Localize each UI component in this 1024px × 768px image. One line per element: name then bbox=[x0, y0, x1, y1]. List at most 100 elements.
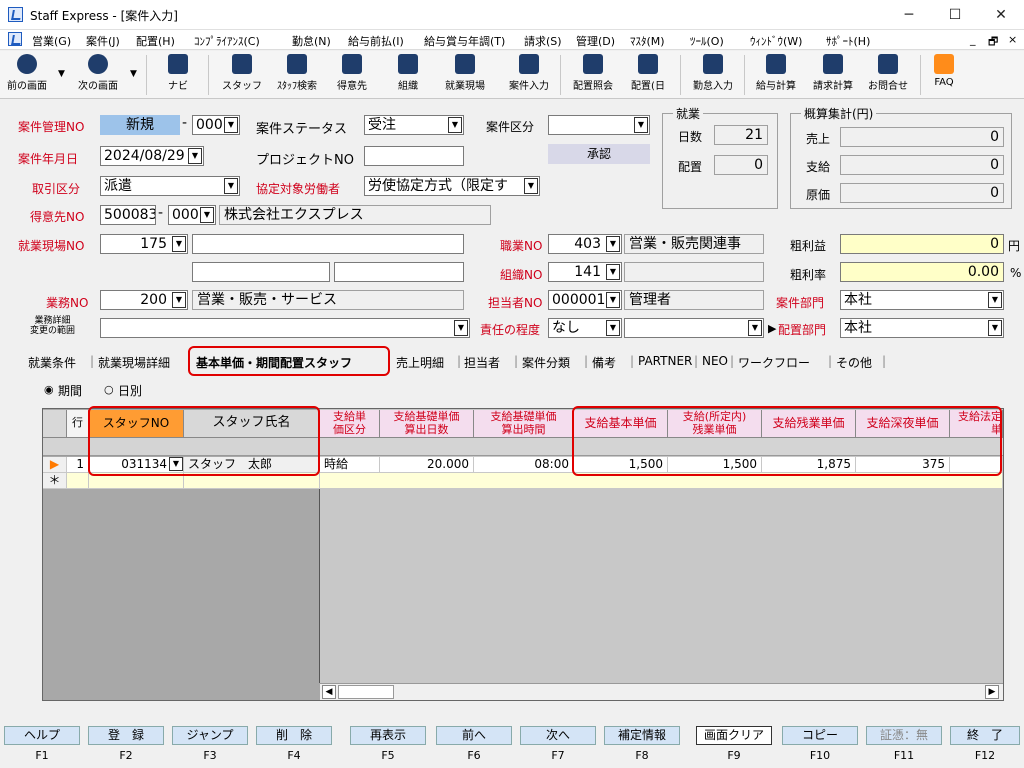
dropdown-arrow-icon[interactable]: ▼ bbox=[634, 117, 648, 133]
staff-button[interactable]: スタッフ bbox=[220, 53, 264, 97]
dropdown-arrow-icon[interactable]: ▼ bbox=[606, 264, 620, 280]
faq-button[interactable]: FAQ bbox=[926, 53, 962, 97]
f5-refresh-button[interactable]: 再表示 bbox=[350, 726, 426, 745]
mdi-minimize[interactable]: _ bbox=[970, 33, 976, 46]
billing-calc-button[interactable]: 請求計算 bbox=[806, 53, 860, 97]
row-current-marker[interactable]: ▶ bbox=[43, 457, 67, 473]
dropdown-arrow-icon[interactable]: ▼ bbox=[448, 117, 462, 133]
client-no-input[interactable]: 500083 bbox=[100, 205, 156, 225]
dropdown-arrow-icon[interactable]: ▼ bbox=[454, 320, 468, 336]
placement-inquiry-button[interactable]: 配置照会 bbox=[566, 53, 620, 97]
base-days-cell[interactable]: 20.000 bbox=[380, 457, 474, 473]
dropdown-arrow-icon[interactable]: ▼ bbox=[524, 178, 538, 194]
radio-daily[interactable]: ○ bbox=[104, 383, 114, 396]
prev-screen-button[interactable]: 前の画面 bbox=[2, 53, 52, 97]
case-dept-select[interactable]: 本社 ▼ bbox=[840, 290, 1004, 310]
menu-support[interactable]: ｻﾎﾟｰﾄ(H) bbox=[826, 33, 870, 49]
tab-sales-detail[interactable]: 売上明細 bbox=[396, 354, 444, 371]
tab-person[interactable]: 担当者 bbox=[464, 354, 500, 371]
f12-exit-button[interactable]: 終 了 bbox=[950, 726, 1020, 745]
payroll-calc-button[interactable]: 給与計算 bbox=[750, 53, 802, 97]
f11-evidence-button[interactable]: 証憑：無 bbox=[866, 726, 942, 745]
attendance-input-button[interactable]: 勤怠入力 bbox=[686, 53, 740, 97]
case-entry-button[interactable]: 案件入力 bbox=[502, 53, 556, 97]
menu-prepay[interactable]: 給与前払(I) bbox=[348, 33, 404, 49]
menu-sales[interactable]: 営業(G) bbox=[32, 33, 71, 49]
work-no-select[interactable]: 200 ▼ bbox=[100, 290, 188, 310]
minimize-button[interactable]: ─ bbox=[886, 0, 932, 30]
maximize-button[interactable]: ☐ bbox=[932, 0, 978, 30]
dropdown-arrow-icon[interactable]: ▼ bbox=[172, 236, 186, 252]
scroll-left-icon[interactable]: ◀ bbox=[322, 685, 336, 699]
close-button[interactable]: ✕ bbox=[978, 0, 1024, 30]
tab-site-detail[interactable]: 就業現場詳細 bbox=[98, 354, 170, 371]
date-select[interactable]: 2024/08/29 ▼ bbox=[100, 146, 204, 166]
f7-next-button[interactable]: 次へ bbox=[520, 726, 596, 745]
tab-notes[interactable]: 備考 bbox=[592, 354, 616, 371]
menu-admin[interactable]: 管理(D) bbox=[576, 33, 615, 49]
trade-select[interactable]: 派遣 ▼ bbox=[100, 176, 240, 196]
tab-workflow[interactable]: ワークフロー bbox=[738, 354, 810, 371]
radio-period[interactable]: ◉ bbox=[44, 383, 54, 396]
f4-delete-button[interactable]: 削 除 bbox=[256, 726, 332, 745]
menu-case[interactable]: 案件(J) bbox=[86, 33, 120, 49]
menu-attendance[interactable]: 勤怠(N) bbox=[292, 33, 331, 49]
status-select[interactable]: 受注 ▼ bbox=[364, 115, 464, 135]
case-kind-select[interactable]: ▼ bbox=[548, 115, 650, 135]
f1-help-button[interactable]: ヘルプ bbox=[4, 726, 80, 745]
next-screen-button[interactable]: 次の画面 bbox=[72, 53, 124, 97]
dropdown-arrow-icon[interactable]: ▼ bbox=[200, 207, 214, 223]
work-site-button[interactable]: 就業現場 bbox=[438, 53, 492, 97]
scroll-thumb[interactable] bbox=[338, 685, 394, 699]
site-no-select[interactable]: 175 ▼ bbox=[100, 234, 188, 254]
tab-neo[interactable]: NEO bbox=[702, 354, 728, 368]
site-name-input[interactable] bbox=[192, 234, 464, 254]
horizontal-scrollbar[interactable]: ◀ ▶ bbox=[320, 683, 1003, 700]
dropdown-arrow-icon[interactable]: ▼ bbox=[188, 148, 202, 164]
tab-other[interactable]: その他 bbox=[836, 354, 872, 371]
dropdown-arrow-icon[interactable]: ▼ bbox=[606, 320, 620, 336]
placement-daily-button[interactable]: 配置(日 bbox=[624, 53, 672, 97]
base-hours-cell[interactable]: 08:00 bbox=[474, 457, 574, 473]
approve-button[interactable]: 承認 bbox=[548, 144, 650, 164]
dropdown-arrow-icon[interactable]: ▼ bbox=[748, 320, 762, 336]
navi-button[interactable]: ナビ bbox=[158, 53, 198, 97]
client-button[interactable]: 得意先 bbox=[330, 53, 374, 97]
mdi-close[interactable]: × bbox=[1008, 33, 1017, 46]
dropdown-arrow-icon[interactable]: ▼ bbox=[606, 292, 620, 308]
dropdown-arrow-icon[interactable]: ▼ bbox=[224, 117, 238, 133]
case-no-field[interactable]: 新規 bbox=[100, 115, 180, 135]
tab-case-class[interactable]: 案件分類 bbox=[522, 354, 570, 371]
site-extra-input-2[interactable] bbox=[334, 262, 464, 282]
f2-register-button[interactable]: 登 録 bbox=[88, 726, 164, 745]
dropdown-arrow-icon[interactable]: ▼ bbox=[606, 236, 620, 252]
menu-placement[interactable]: 配置(H) bbox=[136, 33, 175, 49]
org-no-select[interactable]: 141 ▼ bbox=[548, 262, 622, 282]
site-extra-input-1[interactable] bbox=[192, 262, 330, 282]
place-dept-select[interactable]: 本社 ▼ bbox=[840, 318, 1004, 338]
person-no-select[interactable]: 000001 ▼ bbox=[548, 290, 622, 310]
tab-work-conditions[interactable]: 就業条件 bbox=[28, 354, 76, 371]
case-sub-select[interactable]: 000 ▼ bbox=[192, 115, 240, 135]
f9-clear-button[interactable]: 画面クリア bbox=[696, 726, 772, 745]
client-sub-select[interactable]: 000 ▼ bbox=[168, 205, 216, 225]
f8-info-button[interactable]: 補定情報 bbox=[604, 726, 680, 745]
dropdown-arrow-icon[interactable]: ▼ bbox=[988, 320, 1002, 336]
f3-jump-button[interactable]: ジャンプ bbox=[172, 726, 248, 745]
menu-tools[interactable]: ﾂｰﾙ(O) bbox=[690, 33, 724, 49]
mdi-restore[interactable]: 🗗 bbox=[988, 33, 998, 52]
menu-billing[interactable]: 請求(S) bbox=[524, 33, 562, 49]
tab-partner[interactable]: PARTNER bbox=[638, 354, 692, 368]
pay-kind-cell[interactable]: 時給 bbox=[320, 457, 380, 473]
f10-copy-button[interactable]: コピー bbox=[782, 726, 858, 745]
resp-extra-select[interactable]: ▼ bbox=[624, 318, 764, 338]
staff-search-button[interactable]: ｽﾀｯﾌ検索 bbox=[270, 53, 324, 97]
dropdown-arrow-icon[interactable]: ▼ bbox=[224, 178, 238, 194]
menu-compliance[interactable]: ｺﾝﾌﾟﾗｲｱﾝｽ(C) bbox=[194, 33, 260, 49]
resp-select[interactable]: なし ▼ bbox=[548, 318, 622, 338]
organization-button[interactable]: 組織 bbox=[388, 53, 428, 97]
agree-select[interactable]: 労使協定方式（限定す ▼ bbox=[364, 176, 540, 196]
menu-payroll[interactable]: 給与賞与年調(T) bbox=[424, 33, 505, 49]
scroll-right-icon[interactable]: ▶ bbox=[985, 685, 999, 699]
dropdown-arrow-icon[interactable]: ▼ bbox=[988, 292, 1002, 308]
